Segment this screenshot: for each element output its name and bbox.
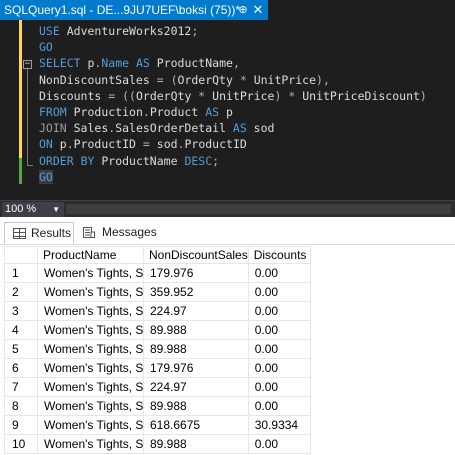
table-row[interactable]: 10 Women's Tights, S 89.988 0.00 xyxy=(4,434,311,454)
nondiscountsales-cell[interactable]: 179.976 xyxy=(143,263,249,283)
results-grid[interactable]: ProductName NonDiscountSales Discounts 1… xyxy=(4,246,311,454)
code-line-5: Discounts = ((OrderQty * UnitPrice) * Un… xyxy=(39,88,427,103)
grid-icon xyxy=(13,228,26,239)
editor-status-bar: 100 % ▼ xyxy=(0,200,455,217)
productname-cell[interactable]: Women's Tights, S xyxy=(37,434,144,454)
code-line-2: GO xyxy=(39,40,53,55)
discounts-cell[interactable]: 0.00 xyxy=(247,358,311,378)
discounts-cell[interactable]: 0.00 xyxy=(247,434,311,454)
table-row[interactable]: 9 Women's Tights, S 618.6675 30.9334 xyxy=(4,415,311,435)
fold-guide xyxy=(27,69,28,165)
nondiscountsales-cell[interactable]: 224.97 xyxy=(143,377,249,397)
column-header-productname[interactable]: ProductName xyxy=(37,246,144,264)
discounts-cell[interactable]: 0.00 xyxy=(247,396,311,416)
pin-icon[interactable]: ⊕ xyxy=(236,0,250,20)
row-number-cell[interactable]: 1 xyxy=(4,263,38,283)
code-line-4: NonDiscountSales = (OrderQty * UnitPrice… xyxy=(39,72,330,87)
productname-cell[interactable]: Women's Tights, S xyxy=(37,358,144,378)
results-tab-bar: Results Messages xyxy=(0,217,455,245)
productname-cell[interactable]: Women's Tights, S xyxy=(37,377,144,397)
nondiscountsales-cell[interactable]: 89.988 xyxy=(143,320,249,340)
code-line-7: JOIN Sales.SalesOrderDetail AS sod xyxy=(39,121,275,136)
productname-cell[interactable]: Women's Tights, S xyxy=(37,396,144,416)
unsaved-change-marker xyxy=(19,20,22,158)
productname-cell[interactable]: Women's Tights, S xyxy=(37,339,144,359)
zoom-select[interactable]: 100 % ▼ xyxy=(2,202,64,217)
tab-messages[interactable]: Messages xyxy=(76,222,157,244)
code-line-3: SELECT p.Name AS ProductName, xyxy=(39,56,240,71)
code-line-6: FROM Production.Product AS p xyxy=(39,105,233,120)
code-line-10: GO xyxy=(39,169,53,184)
collapse-icon[interactable]: − xyxy=(23,60,32,69)
table-row[interactable]: 3 Women's Tights, S 224.97 0.00 xyxy=(4,301,311,321)
table-row[interactable]: 8 Women's Tights, S 89.988 0.00 xyxy=(4,396,311,416)
productname-cell[interactable]: Women's Tights, S xyxy=(37,282,144,302)
code-line-8: ON p.ProductID = sod.ProductID xyxy=(39,137,247,152)
tab-results[interactable]: Results xyxy=(4,222,74,244)
row-number-cell[interactable]: 3 xyxy=(4,301,38,321)
header-row: ProductName NonDiscountSales Discounts xyxy=(4,246,311,264)
nondiscountsales-cell[interactable]: 89.988 xyxy=(143,339,249,359)
row-number-cell[interactable]: 6 xyxy=(4,358,38,378)
productname-cell[interactable]: Women's Tights, S xyxy=(37,415,144,435)
table-row[interactable]: 5 Women's Tights, S 89.988 0.00 xyxy=(4,339,311,359)
discounts-cell[interactable]: 0.00 xyxy=(247,377,311,397)
discounts-cell[interactable]: 0.00 xyxy=(247,282,311,302)
query-tab[interactable]: SQLQuery1.sql - DE...9JU7UEF\boksi (75))… xyxy=(0,0,268,20)
code-line-1: USE AdventureWorks2012; xyxy=(39,24,199,38)
discounts-cell[interactable]: 0.00 xyxy=(247,263,311,283)
saved-change-marker xyxy=(19,158,22,184)
nondiscountsales-cell[interactable]: 359.952 xyxy=(143,282,249,302)
editor-gutter xyxy=(0,20,19,200)
table-row[interactable]: 2 Women's Tights, S 359.952 0.00 xyxy=(4,282,311,302)
row-number-header[interactable] xyxy=(4,246,38,264)
tab-messages-label: Messages xyxy=(102,225,157,239)
nondiscountsales-cell[interactable]: 89.988 xyxy=(143,396,249,416)
nondiscountsales-cell[interactable]: 618.6675 xyxy=(143,415,249,435)
document-tab-bar: SQLQuery1.sql - DE...9JU7UEF\boksi (75))… xyxy=(0,0,455,20)
productname-cell[interactable]: Women's Tights, S xyxy=(37,320,144,340)
row-number-cell[interactable]: 10 xyxy=(4,434,38,454)
discounts-cell[interactable]: 0.00 xyxy=(247,339,311,359)
column-header-nondiscountsales[interactable]: NonDiscountSales xyxy=(143,246,249,264)
discounts-cell[interactable]: 0.00 xyxy=(247,301,311,321)
row-number-cell[interactable]: 2 xyxy=(4,282,38,302)
code-text[interactable]: USE AdventureWorks2012; GO SELECT p.Name A… xyxy=(39,23,427,185)
discounts-cell[interactable]: 0.00 xyxy=(247,320,311,340)
row-number-cell[interactable]: 8 xyxy=(4,396,38,416)
query-tab-title: SQLQuery1.sql - DE...9JU7UEF\boksi (75))… xyxy=(4,3,241,17)
chevron-down-icon: ▼ xyxy=(52,205,60,214)
table-row[interactable]: 7 Women's Tights, S 224.97 0.00 xyxy=(4,377,311,397)
close-icon[interactable]: ✕ xyxy=(251,0,265,20)
nondiscountsales-cell[interactable]: 179.976 xyxy=(143,358,249,378)
row-number-cell[interactable]: 4 xyxy=(4,320,38,340)
nondiscountsales-cell[interactable]: 89.988 xyxy=(143,434,249,454)
nondiscountsales-cell[interactable]: 224.97 xyxy=(143,301,249,321)
table-row[interactable]: 1 Women's Tights, S 179.976 0.00 xyxy=(4,263,311,283)
row-number-cell[interactable]: 7 xyxy=(4,377,38,397)
row-number-cell[interactable]: 5 xyxy=(4,339,38,359)
zoom-value: 100 % xyxy=(5,203,37,215)
productname-cell[interactable]: Women's Tights, S xyxy=(37,301,144,321)
productname-cell[interactable]: Women's Tights, S xyxy=(37,263,144,283)
query-editor[interactable]: − USE AdventureWorks2012; GO SELECT p.Name… xyxy=(0,20,455,200)
horizontal-scrollbar[interactable] xyxy=(66,204,451,214)
results-rows: 1 Women's Tights, S 179.976 0.00 2 Women's Ti… xyxy=(4,263,311,454)
results-pane: Results Messages ProductName NonDiscount… xyxy=(0,217,455,455)
table-row[interactable]: 6 Women's Tights, S 179.976 0.00 xyxy=(4,358,311,378)
messages-icon xyxy=(83,227,95,238)
row-number-cell[interactable]: 9 xyxy=(4,415,38,435)
code-line-9: ORDER BY ProductName DESC; xyxy=(39,153,220,168)
fold-guide-end xyxy=(27,165,33,166)
tab-results-label: Results xyxy=(31,226,72,240)
discounts-cell[interactable]: 30.9334 xyxy=(247,415,311,435)
table-row[interactable]: 4 Women's Tights, S 89.988 0.00 xyxy=(4,320,311,340)
column-header-discounts[interactable]: Discounts xyxy=(247,246,311,264)
